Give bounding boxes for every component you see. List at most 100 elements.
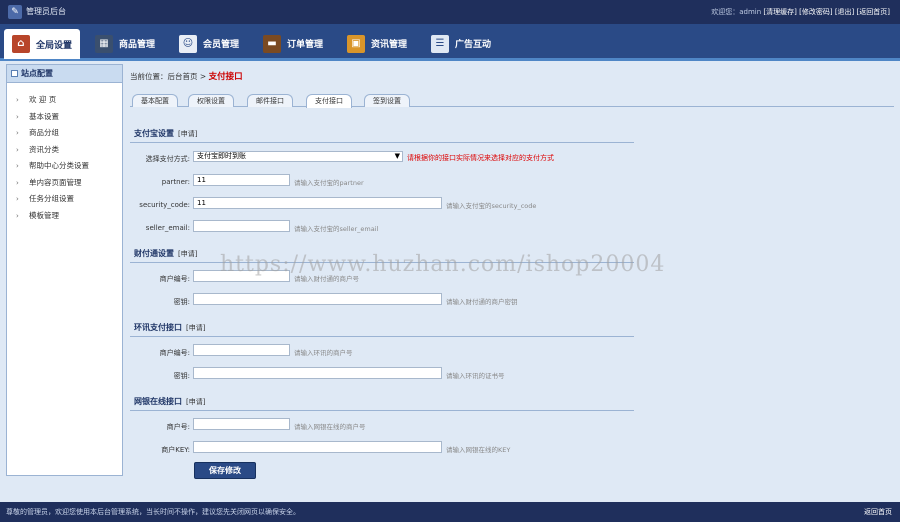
chinabank-apply-link[interactable]: [申请] <box>186 398 205 406</box>
ips-key-input[interactable] <box>193 367 442 379</box>
chevron-right-icon: › <box>16 178 19 187</box>
tenpay-key-label: 密钥: <box>173 298 190 306</box>
tab-basic-config[interactable]: 基本配置 <box>132 94 178 107</box>
tenpay-key-hint: 请输入财付通的商户密钥 <box>446 298 518 306</box>
chevron-right-icon: › <box>16 96 19 104</box>
seller-email-input[interactable] <box>193 220 290 232</box>
ips-merchant-hint: 请输入环讯的商户号 <box>294 349 353 357</box>
chevron-right-icon: › <box>16 195 19 203</box>
sidebar-item-templates[interactable]: › 模板管理 <box>7 208 122 225</box>
section-title-text: 支付宝设置 <box>134 129 174 138</box>
sidebar-item-label: 任务分组设置 <box>29 194 74 203</box>
sidebar-item-basic-settings[interactable]: › 基本设置 <box>7 109 122 126</box>
sidebar-item-label: 帮助中心分类设置 <box>29 161 89 170</box>
section-divider <box>130 336 634 337</box>
settings-tabs: 基本配置 权限设置 邮件接口 支付接口 签到设置 <box>130 92 894 108</box>
admin-logo-icon: ✎ <box>8 5 22 19</box>
chinabank-section-title: 网银在线接口 [申请] <box>134 396 205 407</box>
section-title-text: 环讯支付接口 <box>134 323 182 332</box>
list-icon: ☰ <box>431 34 449 53</box>
seller-email-label: seller_email: <box>145 224 190 232</box>
member-card-icon: ☺ <box>179 34 197 53</box>
section-divider <box>130 410 634 411</box>
sidebar-item-help-categories[interactable]: › 帮助中心分类设置 <box>7 158 122 175</box>
save-button[interactable]: 保存修改 <box>194 462 256 479</box>
main-nav: ⌂ 全局设置 ▦ 商品管理 ☺ 会员管理 ▬ 订单管理 ▣ 资讯管理 ☰ 广告互… <box>0 24 900 61</box>
tab-checkin[interactable]: 签到设置 <box>364 94 410 107</box>
tenpay-key-input[interactable] <box>193 293 442 305</box>
tenpay-apply-link[interactable]: [申请] <box>178 250 197 258</box>
partner-label: partner: <box>161 178 190 186</box>
sidebar-item-news-categories[interactable]: › 资讯分类 <box>7 142 122 159</box>
section-title-text: 财付通设置 <box>134 249 174 258</box>
section-divider <box>130 142 634 143</box>
watermark-text: https://www.huzhan.com/ishop20004 <box>220 252 666 277</box>
sidebar-header: 站点配置 <box>7 65 122 83</box>
ips-section-title: 环讯支付接口 [申请] <box>134 322 205 333</box>
nav-label: 资讯管理 <box>371 40 408 50</box>
grid-icon: ▦ <box>95 34 113 53</box>
sidebar-item-label: 欢 迎 页 <box>29 95 57 104</box>
wallet-icon: ▬ <box>263 34 281 53</box>
nav-label: 全局设置 <box>36 40 73 51</box>
sidebar-item-product-groups[interactable]: › 商品分组 <box>7 125 122 142</box>
footer-notice: 尊敬的管理员，欢迎您使用本后台管理系统，当长时间不操作，建议您先关闭网页以确保安… <box>6 508 300 516</box>
tab-payment[interactable]: 支付接口 <box>306 94 352 108</box>
change-password-link[interactable]: [修改密码] <box>799 8 832 16</box>
sidebar-item-label: 资讯分类 <box>29 144 59 154</box>
nav-ads[interactable]: ☰ 广告互动 <box>431 29 491 58</box>
collapse-box-icon[interactable] <box>11 70 18 77</box>
security-code-input[interactable] <box>193 197 442 209</box>
breadcrumb: 当前位置：后台首页 > 支付接口 <box>130 70 243 82</box>
ips-merchant-input[interactable] <box>193 344 290 356</box>
tab-email[interactable]: 邮件接口 <box>247 94 293 107</box>
chevron-right-icon: › <box>16 129 19 137</box>
partner-hint: 请输入支付宝的partner <box>294 179 364 187</box>
logout-link[interactable]: [退出] <box>835 8 854 16</box>
top-bar: ✎ 管理员后台 欢迎您：admin [清理缓存] [修改密码] [退出] [返回… <box>0 0 900 24</box>
footer-home-link[interactable]: 返回首页 <box>864 502 892 522</box>
sidebar-item-label: 基本设置 <box>29 111 59 121</box>
sidebar-menu: › 欢 迎 页 › 基本设置 › 商品分组 › 资讯分类 › 帮助中心分类设置 › 单内容页… <box>7 92 122 224</box>
nav-products[interactable]: ▦ 商品管理 <box>95 29 155 58</box>
tab-permissions[interactable]: 权限设置 <box>188 94 234 107</box>
top-links: 欢迎您：admin [清理缓存] [修改密码] [退出] [返回首页] <box>711 7 890 17</box>
sidebar-item-welcome[interactable]: › 欢 迎 页 <box>7 92 122 109</box>
nav-label: 订单管理 <box>287 40 324 50</box>
sidebar-item-label: 模板管理 <box>29 210 59 220</box>
clear-cache-link[interactable]: [清理缓存] <box>763 8 796 16</box>
section-title-text: 网银在线接口 <box>134 397 182 406</box>
sidebar-item-label: 商品分组 <box>29 128 59 137</box>
alipay-apply-link[interactable]: [申请] <box>178 130 197 138</box>
pay-method-value: 支付宝即时到账 <box>197 152 246 160</box>
nav-label: 商品管理 <box>119 40 156 50</box>
sidebar-item-single-pages[interactable]: › 单内容页面管理 <box>7 175 122 192</box>
chinabank-merchant-hint: 请输入网银在线的商户号 <box>294 423 366 431</box>
chevron-right-icon: › <box>16 145 19 154</box>
chinabank-key-input[interactable] <box>193 441 442 453</box>
breadcrumb-current: 支付接口 <box>208 72 243 82</box>
nav-news[interactable]: ▣ 资讯管理 <box>347 29 407 58</box>
pay-method-select[interactable]: 支付宝即时到账 ▼ <box>193 151 403 162</box>
nav-orders[interactable]: ▬ 订单管理 <box>263 29 323 58</box>
ips-key-label: 密钥: <box>173 372 190 380</box>
seller-email-hint: 请输入支付宝的seller_email <box>294 225 379 233</box>
security-code-label: security_code: <box>139 201 190 209</box>
chinabank-key-hint: 请输入网银在线的KEY <box>446 446 511 454</box>
nav-label: 会员管理 <box>203 40 240 50</box>
footer: 尊敬的管理员，欢迎您使用本后台管理系统，当长时间不操作，建议您先关闭网页以确保安… <box>0 502 900 522</box>
sidebar-item-task-groups[interactable]: › 任务分组设置 <box>7 191 122 208</box>
box-icon: ▣ <box>347 34 365 53</box>
sidebar-item-label: 单内容页面管理 <box>29 177 82 187</box>
nav-global-settings[interactable]: ⌂ 全局设置 <box>4 29 81 59</box>
return-home-link[interactable]: [返回首页] <box>857 8 890 16</box>
nav-members[interactable]: ☺ 会员管理 <box>179 29 239 58</box>
partner-input[interactable] <box>193 174 290 186</box>
app-title: 管理员后台 <box>26 7 66 16</box>
sidebar: 站点配置 › 欢 迎 页 › 基本设置 › 商品分组 › 资讯分类 › 帮助中心分类设置 … <box>6 64 123 476</box>
ips-apply-link[interactable]: [申请] <box>186 324 205 332</box>
ips-merchant-label: 商户编号: <box>159 349 190 357</box>
chevron-right-icon: › <box>16 211 19 220</box>
chinabank-merchant-input[interactable] <box>193 418 290 430</box>
pay-method-hint: 请根据你的接口实际情况来选择对应的支付方式 <box>407 154 554 162</box>
